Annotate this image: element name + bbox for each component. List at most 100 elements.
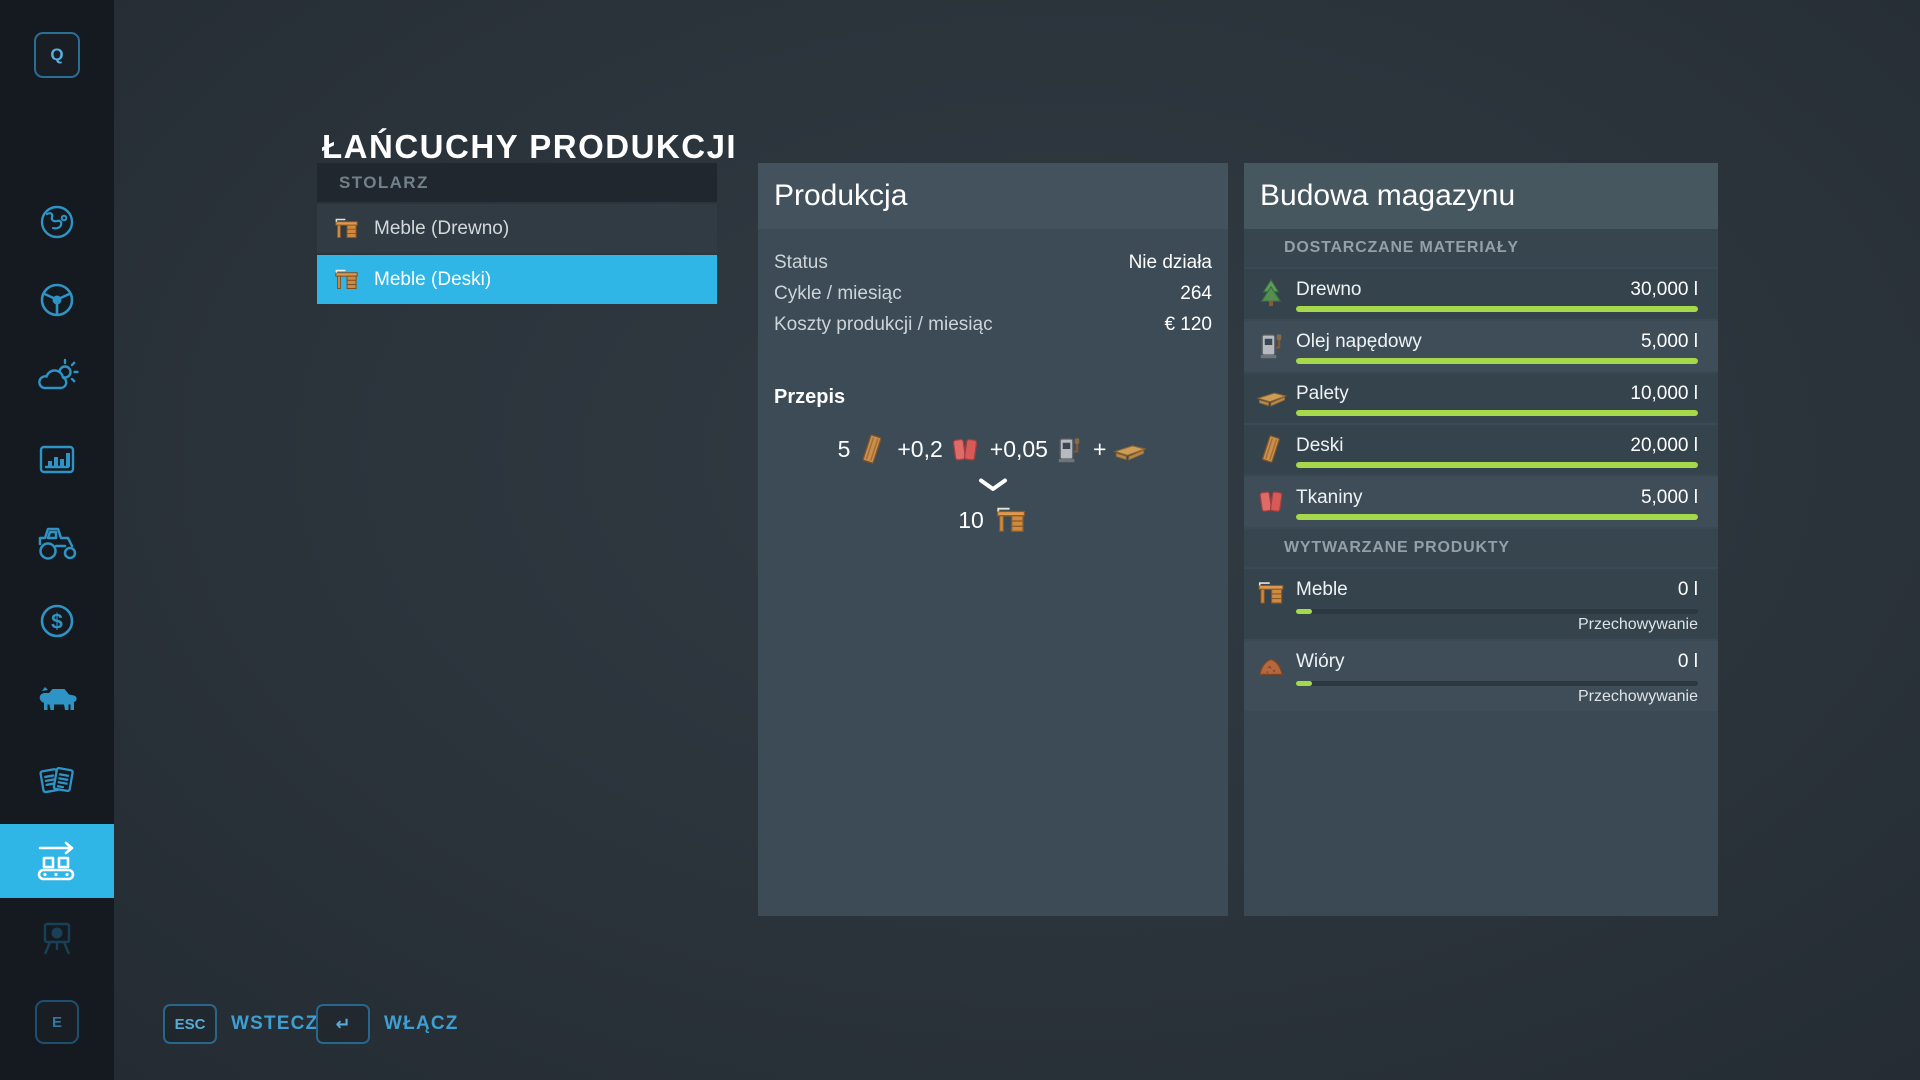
- tractor-icon: [33, 519, 81, 565]
- product-note: Przechowywanie: [1577, 616, 1698, 633]
- stat-value: Nie działa: [1128, 251, 1212, 273]
- material-amount: 5,000 l: [1640, 487, 1698, 508]
- production-stats: Status Nie działa Cykle / miesiąc 264 Ko…: [774, 247, 1212, 340]
- storage-panel: Budowa magazynu DOSTARCZANE MATERIAŁY Dr…: [1244, 163, 1718, 916]
- back-button-label: WSTECZ: [231, 1013, 319, 1034]
- pallet-icon: [1256, 382, 1288, 412]
- stat-value: 264: [1180, 282, 1212, 304]
- stat-label: Status: [774, 251, 828, 273]
- sidebar-item-presentation[interactable]: [0, 914, 114, 964]
- sidebar-item-statistics[interactable]: [0, 437, 114, 487]
- material-amount: 10,000 l: [1630, 383, 1698, 404]
- material-amount: 20,000 l: [1630, 435, 1698, 456]
- sidebar-item-weather[interactable]: [0, 353, 114, 403]
- material-progress-bar: [1296, 410, 1698, 416]
- recipe-qty: +0,2: [897, 435, 943, 462]
- sidebar: Q $ E: [0, 0, 114, 1080]
- tree-icon: [1256, 278, 1286, 308]
- material-amount: 30,000 l: [1630, 279, 1698, 300]
- material-name: Olej napędowy: [1296, 331, 1422, 352]
- stat-label: Koszty produkcji / miesiąc: [774, 313, 993, 335]
- material-name: Palety: [1296, 383, 1349, 404]
- back-button[interactable]: ESC WSTECZ: [163, 1004, 318, 1044]
- pallet-icon: [1112, 434, 1148, 464]
- animals-icon: [33, 676, 81, 722]
- materials-subheader: DOSTARCZANE MATERIAŁY: [1244, 229, 1718, 267]
- material-progress-fill: [1296, 306, 1698, 312]
- recipe-qty: 5: [837, 435, 851, 462]
- recipe-input-boards: 5: [838, 433, 889, 465]
- material-progress-fill: [1296, 358, 1698, 364]
- activate-button[interactable]: ↵ WŁĄCZ: [316, 1004, 459, 1044]
- material-row-palety: Palety 10,000 l: [1244, 373, 1718, 423]
- boards-icon: [856, 433, 888, 465]
- stat-row-status: Status Nie działa: [774, 247, 1212, 278]
- recipe-input-pallet: +: [1093, 434, 1148, 464]
- enter-key-label: ↵: [335, 1013, 351, 1034]
- production-list-header-label: STOLARZ: [339, 172, 429, 192]
- statistics-icon: [34, 439, 80, 485]
- material-amount: 5,000 l: [1640, 331, 1698, 352]
- sidebar-item-vehicles[interactable]: [0, 275, 114, 325]
- production-panel-header: Produkcja: [758, 163, 1228, 229]
- list-item-label: Meble (Deski): [374, 268, 492, 290]
- fabric-icon: [1256, 486, 1286, 516]
- production-chains-icon: [31, 837, 83, 885]
- sidebar-item-animals[interactable]: [0, 674, 114, 724]
- product-name: Meble: [1296, 579, 1348, 600]
- material-row-deski: Deski 20,000 l: [1244, 425, 1718, 475]
- recipe-input-diesel: +0,05: [990, 434, 1084, 464]
- list-item-meble-drewno[interactable]: Meble (Drewno): [317, 204, 717, 253]
- product-row-wiory: Wióry 0 l Przechowywanie: [1244, 641, 1718, 711]
- recipe-input-fabric: +0,2: [897, 433, 980, 465]
- list-item-meble-deski[interactable]: Meble (Deski): [317, 255, 717, 304]
- storage-panel-header: Budowa magazynu: [1244, 163, 1718, 229]
- enter-key-icon: ↵: [316, 1004, 370, 1044]
- sidebar-item-contracts[interactable]: [0, 756, 114, 806]
- esc-key-icon: ESC: [163, 1004, 217, 1044]
- material-progress-fill: [1296, 410, 1698, 416]
- products-subheader-label: WYTWARZANE PRODUKTY: [1284, 539, 1510, 556]
- weather-icon: [34, 355, 80, 401]
- product-progress-bar: [1296, 609, 1698, 614]
- material-progress-bar: [1296, 462, 1698, 468]
- furniture-icon: [333, 215, 360, 242]
- recipe-heading: Przepis: [774, 386, 846, 408]
- storage-panel-title: Budowa magazynu: [1260, 179, 1516, 212]
- material-progress-bar: [1296, 358, 1698, 364]
- product-progress-fill: [1296, 681, 1312, 686]
- woodchips-icon: [1256, 650, 1286, 680]
- material-progress-bar: [1296, 514, 1698, 520]
- sidebar-item-production-chains[interactable]: [0, 824, 114, 898]
- production-list: STOLARZ Meble (Drewno) Meble (Deski): [317, 163, 717, 304]
- material-progress-fill: [1296, 462, 1698, 468]
- material-row-tkaniny: Tkaniny 5,000 l: [1244, 477, 1718, 527]
- recipe-output-qty: 10: [958, 506, 984, 533]
- sidebar-item-map[interactable]: [0, 197, 114, 247]
- material-name: Deski: [1296, 435, 1344, 456]
- fabric-icon: [949, 433, 981, 465]
- boards-icon: [1256, 434, 1286, 464]
- svg-text:$: $: [51, 611, 63, 634]
- finances-icon: $: [34, 598, 80, 644]
- material-name: Drewno: [1296, 279, 1362, 300]
- product-name: Wióry: [1296, 651, 1345, 672]
- stat-row-cycles: Cykle / miesiąc 264: [774, 278, 1212, 309]
- production-panel: Produkcja Status Nie działa Cykle / mies…: [758, 163, 1228, 916]
- key-hint-q: Q: [34, 32, 80, 78]
- product-amount: 0 l: [1677, 651, 1698, 672]
- material-row-olej: Olej napędowy 5,000 l: [1244, 321, 1718, 371]
- esc-key-label: ESC: [174, 1015, 206, 1033]
- furniture-icon: [994, 503, 1028, 537]
- product-amount: 0 l: [1677, 579, 1698, 600]
- material-row-drewno: Drewno 30,000 l: [1244, 269, 1718, 319]
- recipe-qty: +: [1092, 435, 1107, 462]
- stat-row-costs: Koszty produkcji / miesiąc € 120: [774, 309, 1212, 340]
- sidebar-item-garage[interactable]: [0, 517, 114, 567]
- sidebar-item-finances[interactable]: $: [0, 596, 114, 646]
- production-list-header: STOLARZ: [317, 163, 717, 202]
- presentation-icon: [34, 916, 80, 962]
- page-title: ŁAŃCUCHY PRODUKCJI: [322, 128, 738, 166]
- list-item-label: Meble (Drewno): [374, 217, 510, 239]
- product-progress-bar: [1296, 681, 1698, 686]
